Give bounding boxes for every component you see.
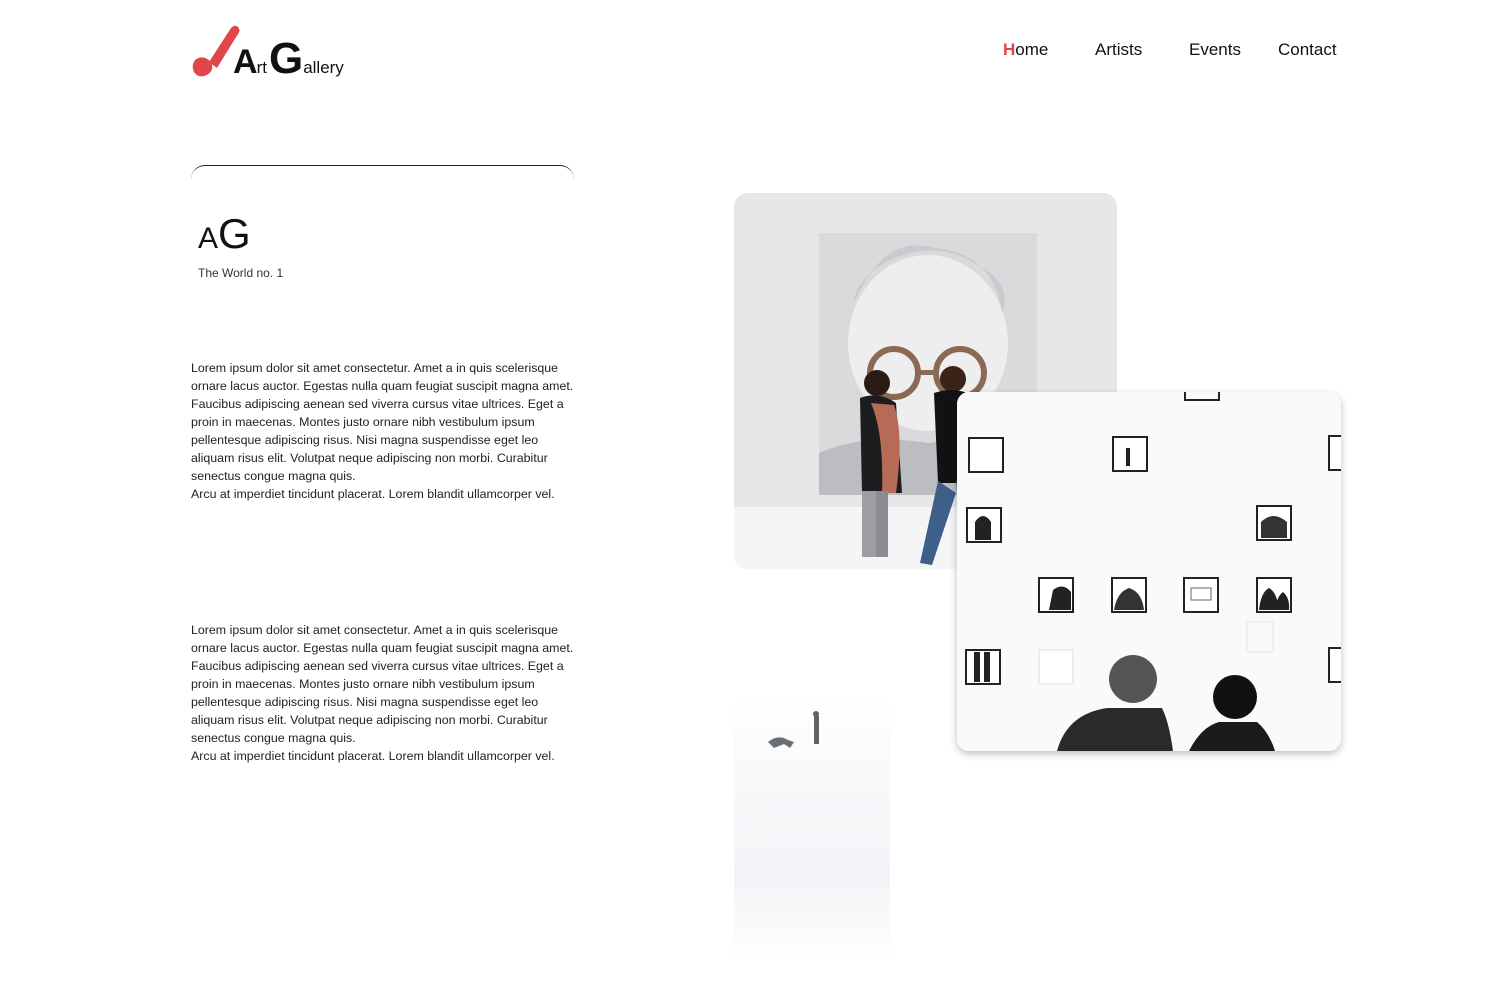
- section-divider: [191, 165, 574, 189]
- nav-home[interactable]: Home: [1003, 40, 1048, 60]
- intro-paragraph-1: Lorem ipsum dolor sit amet consectetur. …: [191, 359, 583, 503]
- logo-wordmark: ArtGallery: [233, 34, 344, 84]
- nav-home-accent: H: [1003, 40, 1016, 59]
- nav-home-rest: ome: [1015, 40, 1049, 59]
- snow-illustration: [768, 711, 819, 748]
- monogram-a: A: [198, 222, 219, 255]
- gallery-frames-image: [957, 392, 1341, 751]
- frames-illustration: [957, 392, 1341, 751]
- intro-paragraph-2: Lorem ipsum dolor sit amet consectetur. …: [191, 621, 583, 765]
- logo-letter-g: G: [268, 34, 304, 83]
- nav-events[interactable]: Events: [1189, 40, 1241, 60]
- paragraph-body: Lorem ipsum dolor sit amet consectetur. …: [191, 361, 574, 483]
- site-logo[interactable]: ArtGallery: [191, 24, 361, 83]
- page: ArtGallery Home Artists Events Contact A…: [0, 0, 1512, 982]
- logo-letter-a: A: [233, 43, 258, 81]
- logo-rt: rt: [256, 58, 267, 77]
- monogram-g: G: [218, 210, 251, 257]
- tagline: The World no. 1: [198, 266, 284, 280]
- snow-walker-image: [734, 694, 890, 964]
- paragraph-body: Lorem ipsum dolor sit amet consectetur. …: [191, 623, 574, 745]
- nav-contact[interactable]: Contact: [1278, 40, 1337, 60]
- ag-monogram: AG: [198, 210, 251, 258]
- paragraph-tail: Arcu at imperdiet tincidunt placerat. Lo…: [191, 749, 555, 763]
- paragraph-tail: Arcu at imperdiet tincidunt placerat. Lo…: [191, 487, 555, 501]
- logo-allery: allery: [303, 58, 344, 77]
- nav-artists[interactable]: Artists: [1095, 40, 1142, 60]
